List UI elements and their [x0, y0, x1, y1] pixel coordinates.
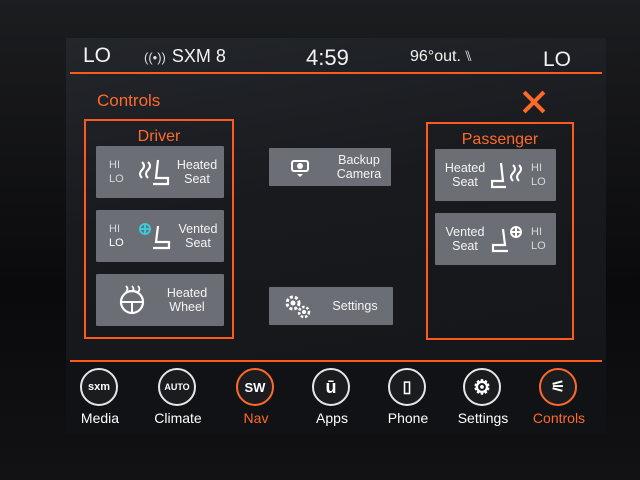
dock-climate-button[interactable]: AUTO Climate — [141, 368, 215, 428]
passenger-climate-temp[interactable]: LO — [543, 48, 571, 72]
dock-apps-button[interactable]: ū Apps — [295, 368, 369, 428]
passenger-vented-seat-button[interactable]: Vented Seat HI LO — [435, 213, 556, 265]
radio-station-label: SXM 8 — [171, 46, 226, 66]
passenger-heated-seat-label-2: Seat — [452, 175, 478, 189]
driver-vented-seat-label-1: Vented — [178, 222, 218, 236]
gear-icon: ⚙ — [463, 368, 501, 406]
compass-icon: SW — [236, 368, 274, 406]
status-divider — [70, 72, 602, 74]
backup-camera-label-1: Backup — [338, 153, 380, 167]
passenger-vented-seat-label-2: Seat — [452, 239, 478, 253]
driver-vented-seat-label-2: Seat — [185, 236, 211, 250]
dock-nav-label: Nav — [243, 410, 269, 426]
passenger-vented-seat-hi: HI — [531, 226, 542, 238]
sxm-icon: sxm — [80, 368, 118, 406]
clock: 4:59 — [306, 45, 349, 70]
passenger-vented-seat-lo: LO — [531, 240, 546, 252]
settings-button-label: Settings — [332, 299, 378, 313]
passenger-panel: Passenger Heated Seat HI LO Vented Seat — [426, 122, 574, 340]
dock-climate-label: Climate — [154, 410, 202, 426]
driver-vented-seat-button[interactable]: HI LO Vented Seat — [96, 210, 224, 262]
driver-vented-seat-lo: LO — [109, 237, 124, 249]
infotainment-screen: LO ((•)) SXM 8 4:59 96°out. ⑊ LO Controls … — [66, 38, 606, 433]
heated-wheel-label-1: Heated — [166, 286, 208, 300]
settings-button[interactable]: Settings — [269, 287, 393, 325]
seat-status-icon: ⑊ — [463, 48, 473, 65]
vented-seat-icon — [139, 223, 171, 250]
driver-title: Driver — [137, 128, 181, 145]
close-icon[interactable] — [522, 90, 546, 114]
climate-auto-icon: AUTO — [158, 368, 196, 406]
passenger-heated-seat-button[interactable]: Heated Seat HI LO — [435, 149, 556, 201]
radio-station[interactable]: ((•)) SXM 8 — [144, 46, 226, 67]
gear-icon — [285, 295, 311, 319]
page-title: Controls — [97, 91, 161, 110]
heated-wheel-label-2: Wheel — [169, 300, 205, 314]
apps-icon: ū — [312, 368, 350, 406]
driver-heated-seat-label-2: Seat — [184, 172, 210, 186]
passenger-heated-seat-hi: HI — [531, 162, 542, 174]
heated-seat-icon — [491, 162, 522, 189]
passenger-heated-seat-lo: LO — [531, 176, 546, 188]
driver-heated-seat-label-1: Heated — [176, 158, 218, 172]
dock-media-button[interactable]: sxm Media — [66, 368, 137, 428]
driver-heated-seat-button[interactable]: HI LO Heated Seat — [96, 146, 224, 198]
dock-apps-label: Apps — [316, 410, 348, 426]
heated-wheel-icon — [119, 285, 145, 315]
outside-temp: 96°out. ⑊ — [410, 48, 473, 66]
dock-settings-button[interactable]: ⚙ Settings — [446, 368, 520, 428]
dock-phone-button[interactable]: ▯ Phone — [371, 368, 445, 428]
antenna-icon: ((•)) — [144, 50, 166, 65]
dock-media-label: Media — [80, 410, 120, 426]
passenger-title: Passenger — [461, 131, 539, 148]
driver-climate-temp[interactable]: LO — [83, 44, 111, 68]
driver-vented-seat-hi: HI — [109, 223, 120, 235]
camera-icon — [291, 160, 309, 177]
passenger-heated-seat-label-1: Heated — [444, 161, 486, 175]
driver-panel: Driver HI LO Heated Seat HI LO Vented Se… — [84, 119, 234, 339]
passenger-vented-seat-label-1: Vented — [445, 225, 485, 239]
heated-wheel-button[interactable]: Heated Wheel — [96, 274, 224, 326]
status-bar: LO ((•)) SXM 8 4:59 96°out. ⑊ LO — [66, 38, 606, 74]
dock-settings-label: Settings — [457, 410, 509, 426]
backup-camera-label-2: Camera — [336, 167, 382, 181]
dock-nav-button[interactable]: SW Nav — [219, 368, 293, 428]
dock-controls-button[interactable]: ⚟ Controls — [522, 368, 596, 428]
phone-icon: ▯ — [388, 368, 426, 406]
backup-camera-button[interactable]: Backup Camera — [269, 148, 391, 186]
dock-divider — [70, 360, 602, 362]
outside-temp-label: 96°out. — [410, 48, 461, 65]
heated-seat-icon — [139, 159, 170, 186]
vented-seat-icon — [491, 226, 522, 253]
driver-heated-seat-lo: LO — [109, 173, 124, 185]
dock-controls-label: Controls — [532, 410, 586, 426]
driver-heated-seat-hi: HI — [109, 159, 120, 171]
dock-phone-label: Phone — [387, 410, 429, 426]
controls-icon: ⚟ — [539, 368, 577, 406]
